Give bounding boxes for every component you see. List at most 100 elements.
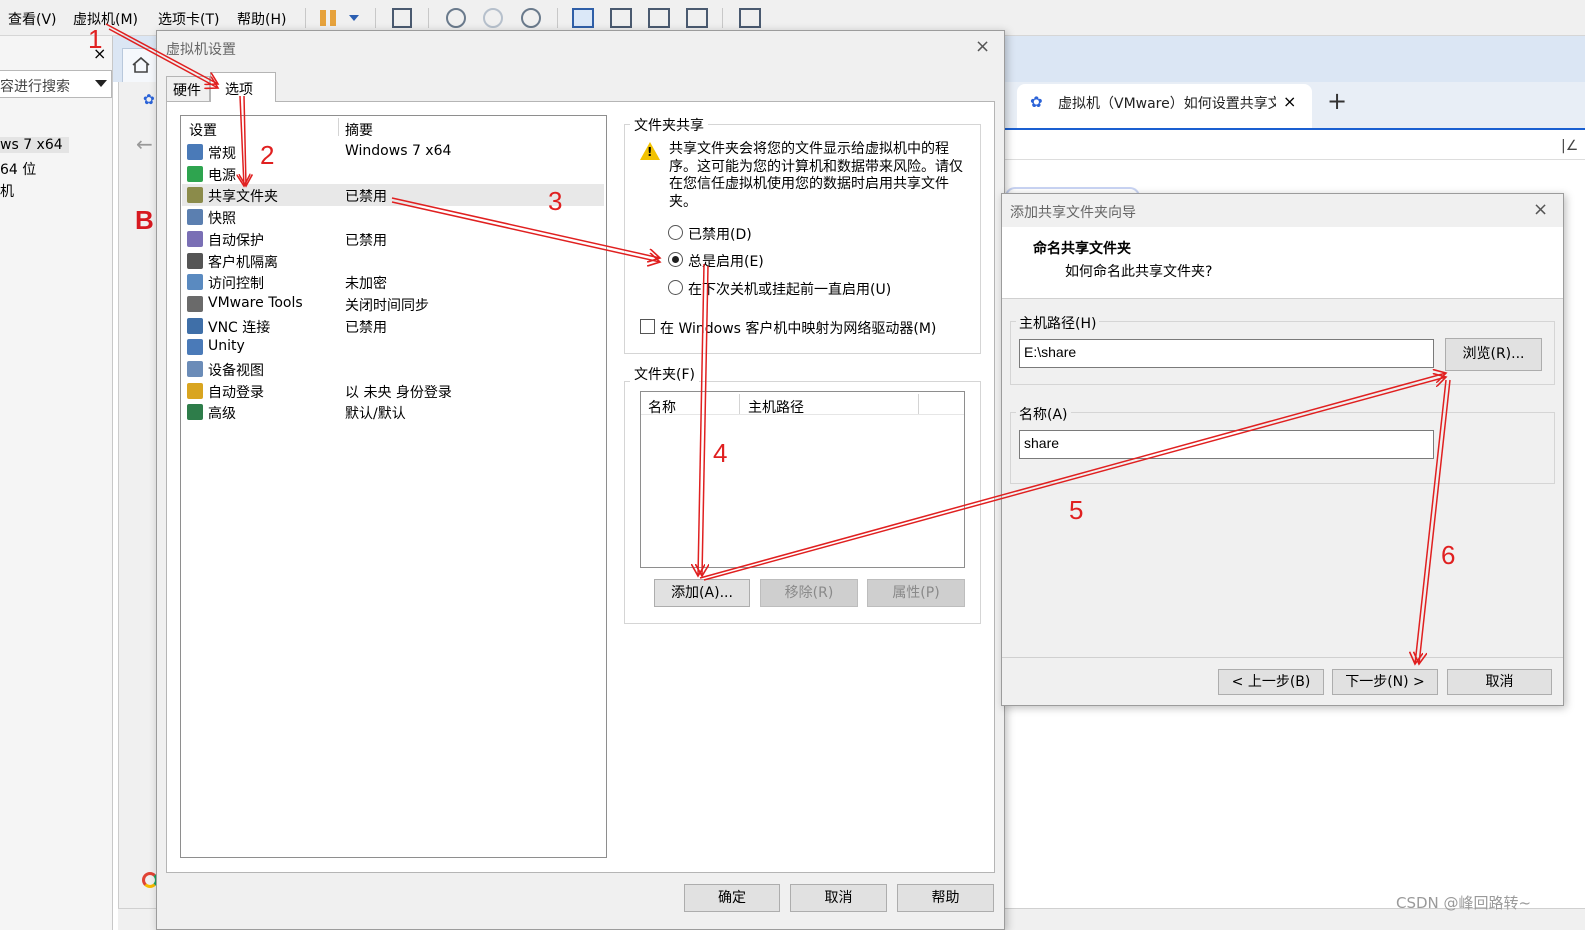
close-icon[interactable]: × xyxy=(1283,92,1296,111)
settings-row-name: 电源 xyxy=(208,168,236,184)
toolbar-separator xyxy=(722,8,723,28)
ok-button[interactable]: 确定 xyxy=(684,884,780,912)
settings-row-summary: 已禁用 xyxy=(345,233,387,249)
next-button[interactable]: 下一步(N) > xyxy=(1332,669,1438,695)
radio-disabled[interactable] xyxy=(668,225,683,240)
close-icon[interactable]: × xyxy=(975,36,990,57)
snapshot-revert-icon[interactable] xyxy=(483,8,503,28)
settings-row[interactable]: 自动登录 以 未央 身份登录 xyxy=(182,380,604,402)
wizard-footer-divider xyxy=(1002,657,1563,658)
fullscreen-icon[interactable] xyxy=(648,8,670,28)
power-play-icon xyxy=(187,166,203,182)
menu-view[interactable]: 查看(V) xyxy=(8,9,57,29)
shared-folders-list[interactable] xyxy=(640,391,965,568)
home-tab[interactable] xyxy=(122,48,160,82)
cancel-button[interactable]: 取消 xyxy=(790,884,887,912)
radio-until-poweroff[interactable] xyxy=(668,280,683,295)
settings-row-name: 设备视图 xyxy=(208,363,264,379)
library-tree-item[interactable]: 64 位 xyxy=(0,159,36,179)
annotation-step-3: 3 xyxy=(548,186,563,216)
library-tree-item[interactable]: 机 xyxy=(0,181,14,201)
menu-vm[interactable]: 虚拟机(M) xyxy=(73,9,138,29)
settings-row-summary: 已禁用 xyxy=(345,320,387,336)
folder-name-input[interactable]: share xyxy=(1019,430,1434,459)
tab-options[interactable]: 选项 xyxy=(210,72,276,102)
column-divider[interactable] xyxy=(918,394,919,414)
back-button[interactable]: < 上一步(B) xyxy=(1218,669,1324,695)
close-icon[interactable]: × xyxy=(1533,199,1548,220)
preferences-icon[interactable] xyxy=(739,8,761,28)
chevron-down-icon[interactable] xyxy=(349,15,359,21)
lock-icon xyxy=(187,253,203,269)
toolbar-separator xyxy=(305,8,306,28)
settings-row-name: 自动登录 xyxy=(208,385,264,401)
remove-folder-button[interactable]: 移除(R) xyxy=(760,579,858,607)
header-underline xyxy=(641,414,964,415)
radio-until-poweroff-label[interactable]: 在下次关机或挂起前一直启用(U) xyxy=(688,279,891,299)
radio-disabled-label[interactable]: 已禁用(D) xyxy=(688,224,752,244)
shared-folder-icon xyxy=(187,187,203,203)
settings-row-name: 高级 xyxy=(208,406,236,422)
wizard-heading: 命名共享文件夹 xyxy=(1033,241,1131,257)
view-console-icon[interactable] xyxy=(610,8,632,28)
unity-view-icon[interactable] xyxy=(686,8,708,28)
baidu-paw-icon: ✿ xyxy=(1030,93,1043,111)
map-network-drive-checkbox[interactable] xyxy=(640,319,655,334)
clock-shield-icon xyxy=(187,231,203,247)
column-header-setting[interactable]: 设置 xyxy=(189,120,217,140)
settings-row[interactable]: 常规 Windows 7 x64 xyxy=(182,141,604,163)
settings-row[interactable]: 访问控制 未加密 xyxy=(182,271,604,293)
settings-row[interactable]: VMware Tools 关闭时间同步 xyxy=(182,293,604,315)
vm-tools-icon xyxy=(187,296,203,312)
settings-row[interactable]: 高级 默认/默认 xyxy=(182,401,604,423)
pause-icon[interactable] xyxy=(320,8,336,28)
home-icon xyxy=(132,56,150,73)
menu-help[interactable]: 帮助(H) xyxy=(237,9,286,29)
wizard-cancel-button[interactable]: 取消 xyxy=(1447,669,1552,695)
settings-row[interactable]: 快照 xyxy=(182,206,604,228)
browser-address-bar[interactable] xyxy=(1005,128,1585,160)
column-divider[interactable] xyxy=(739,394,740,414)
settings-row[interactable]: 自动保护 已禁用 xyxy=(182,228,604,250)
send-keys-icon[interactable] xyxy=(392,8,412,28)
folder-sharing-legend: 文件夹共享 xyxy=(630,115,708,135)
column-header-summary[interactable]: 摘要 xyxy=(345,120,373,140)
settings-row[interactable]: 共享文件夹 已禁用 xyxy=(182,184,604,206)
chevron-down-icon[interactable] xyxy=(95,80,107,87)
help-button[interactable]: 帮助 xyxy=(897,884,994,912)
add-folder-button[interactable]: 添加(A)... xyxy=(654,579,750,607)
settings-row[interactable]: 客户机隔离 xyxy=(182,250,604,272)
browse-button[interactable]: 浏览(R)... xyxy=(1445,338,1542,371)
wizard-title: 添加共享文件夹向导 xyxy=(1010,205,1136,221)
wizard-subheading: 如何命名此共享文件夹? xyxy=(1065,264,1213,280)
settings-row-name: Unity xyxy=(208,338,245,354)
radio-always-enabled[interactable] xyxy=(668,252,683,267)
new-tab-icon[interactable]: + xyxy=(1327,87,1347,115)
folder-name-label: 名称(A) xyxy=(1016,404,1071,424)
annotation-step-4: 4 xyxy=(713,438,728,468)
settings-row[interactable]: VNC 连接 已禁用 xyxy=(182,315,604,337)
settings-row-summary: 关闭时间同步 xyxy=(345,298,429,314)
tab-hardware[interactable]: 硬件 xyxy=(166,76,210,101)
map-network-drive-label[interactable]: 在 Windows 客户机中映射为网络驱动器(M) xyxy=(660,318,936,338)
settings-row[interactable]: 电源 xyxy=(182,163,604,185)
settings-row-name: VMware Tools xyxy=(208,295,303,311)
settings-row-name: 自动保护 xyxy=(208,233,264,249)
settings-row[interactable]: 设备视图 xyxy=(182,358,604,380)
column-divider[interactable] xyxy=(338,118,339,136)
settings-row-summary: 默认/默认 xyxy=(345,406,406,422)
radio-always-enabled-label[interactable]: 总是启用(E) xyxy=(688,251,764,271)
address-bar-edge-icon: |∠ xyxy=(1561,138,1579,154)
library-tree-item[interactable]: ws 7 x64 xyxy=(0,137,69,153)
toolbar-separator xyxy=(557,8,558,28)
settings-row[interactable]: Unity xyxy=(182,336,604,358)
folder-properties-button[interactable]: 属性(P) xyxy=(867,579,965,607)
annotation-step-6: 6 xyxy=(1441,540,1456,570)
snapshot-take-icon[interactable] xyxy=(446,8,466,28)
menu-tabs[interactable]: 选项卡(T) xyxy=(158,9,219,29)
settings-row-name: VNC 连接 xyxy=(208,320,271,336)
snapshot-manager-icon[interactable] xyxy=(521,8,541,28)
back-arrow-icon[interactable]: ← xyxy=(136,132,153,156)
host-path-input[interactable]: E:\share xyxy=(1019,339,1434,368)
view-library-icon[interactable] xyxy=(572,8,594,28)
